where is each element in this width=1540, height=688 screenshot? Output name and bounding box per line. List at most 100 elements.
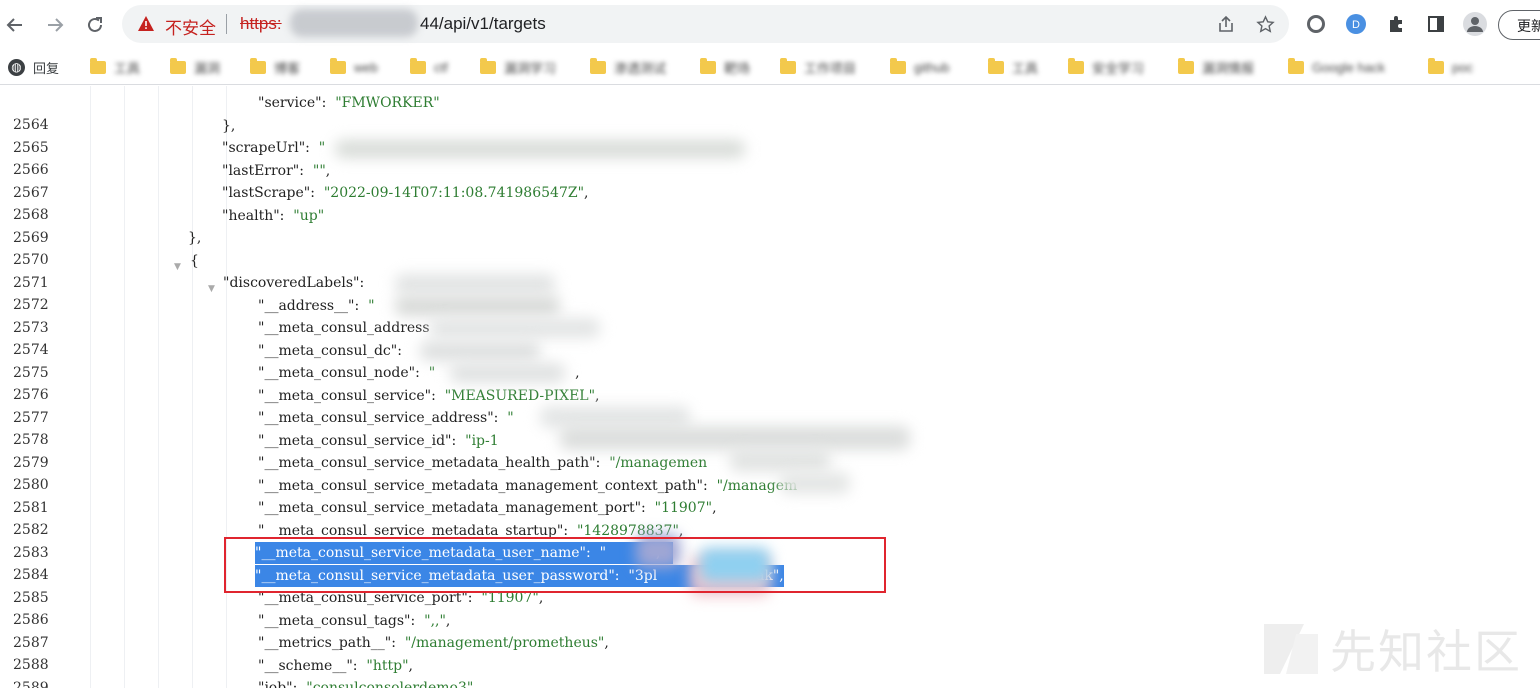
bookmark-folder[interactable]: 博客 xyxy=(250,57,300,77)
bookmark-folder[interactable]: 工具 xyxy=(90,57,140,77)
bookmark-folder[interactable]: 安全学习 xyxy=(1068,57,1144,77)
address-bar[interactable]: 不安全 https: 44/api/v1/targets xyxy=(122,5,1289,43)
highlight-box xyxy=(224,537,886,593)
json-colon: : xyxy=(359,275,374,291)
json-colon: : xyxy=(354,297,369,314)
json-line: 2572 ▼ "discoveredLabels": xyxy=(0,272,1540,313)
bookmark-label: 靶场 xyxy=(724,60,751,76)
redacted-region xyxy=(730,448,830,472)
bookmark-folder[interactable]: web xyxy=(330,57,378,77)
bookmark-label: github xyxy=(914,59,950,75)
json-key: "scrapeUrl" xyxy=(222,140,306,156)
bookmark-folder[interactable]: 漏洞情报 xyxy=(1178,57,1254,77)
puzzle-extensions-icon[interactable] xyxy=(1384,12,1408,36)
json-line: 2569 "health": "up" xyxy=(0,205,1540,246)
json-colon: : xyxy=(641,500,655,516)
json-line: 2577 "__meta_consul_service": "MEASURED-… xyxy=(0,385,1540,426)
separator xyxy=(226,14,227,34)
bookmark-folder[interactable]: Google hack xyxy=(1288,57,1385,77)
json-line: 2564 "service": "FMWORKER" xyxy=(0,92,1540,133)
bookmark-label: 漏洞情报 xyxy=(1202,60,1255,76)
extension-circle-icon[interactable] xyxy=(1304,12,1328,36)
warning-icon[interactable] xyxy=(138,16,154,31)
json-comma: , xyxy=(445,612,451,629)
browser-toolbar: 不安全 https: 44/api/v1/targets D 更新 xyxy=(0,0,1540,48)
bookmark-folder[interactable]: 靶场 xyxy=(700,57,750,77)
bookmark-folder[interactable]: 工作项目 xyxy=(780,57,856,77)
watermark-text: 先知社区 xyxy=(1330,625,1522,679)
redacted-region xyxy=(450,363,565,383)
update-button[interactable]: 更新 xyxy=(1498,10,1540,40)
bookmark-star-icon[interactable] xyxy=(1254,13,1276,35)
bookmark-folder[interactable]: 工具 xyxy=(988,57,1038,77)
redacted-region xyxy=(430,318,600,338)
bookmark-label: 漏洞 xyxy=(194,60,221,76)
extension-d-icon[interactable]: D xyxy=(1344,12,1368,36)
json-colon: : xyxy=(305,140,319,156)
folder-icon xyxy=(250,57,266,74)
json-comma: , xyxy=(325,162,331,179)
json-comma: , xyxy=(595,387,600,404)
folder-icon xyxy=(1068,57,1084,74)
folder-icon xyxy=(170,57,186,74)
json-value: "ip-1 xyxy=(465,432,499,449)
json-value: "up" xyxy=(293,207,325,224)
json-value: "/managemen xyxy=(609,455,708,471)
bookmark-folder[interactable]: poc xyxy=(1428,57,1473,77)
bookmark-label: 漏洞学习 xyxy=(504,60,557,76)
json-key: "__metrics_path__" xyxy=(258,635,392,651)
json-key: "__meta_consul_address xyxy=(258,320,430,336)
json-value: " xyxy=(318,140,326,156)
forward-arrow-icon[interactable] xyxy=(40,10,70,40)
url-path: 44/api/v1/targets xyxy=(420,14,546,33)
json-colon: : xyxy=(415,365,429,381)
json-viewer: 2564 "service": "FMWORKER" 2565 }, 2566 … xyxy=(0,86,1540,688)
bookmark-folder[interactable]: 漏洞 xyxy=(170,57,220,77)
profile-avatar-icon[interactable] xyxy=(1463,12,1487,36)
side-panel-icon[interactable] xyxy=(1424,12,1448,36)
json-key: "__meta_consul_service" xyxy=(258,387,432,404)
json-line: 2576 "__meta_consul_node": ", xyxy=(0,362,1540,403)
security-status[interactable]: 不安全 xyxy=(165,14,216,39)
json-colon: : xyxy=(391,635,405,651)
bookmark-label: ctf xyxy=(434,59,448,75)
folder-icon xyxy=(1178,57,1194,74)
bookmarks-bar: ◍ 回复 工具 漏洞 博客 web ctf 漏洞学习 渗透测试 靶场 工作项目 … xyxy=(0,48,1540,85)
folder-icon xyxy=(700,57,716,74)
json-colon: : xyxy=(299,162,313,179)
json-value: "" xyxy=(312,162,326,179)
bookmark-label: 工具 xyxy=(1012,60,1039,76)
redacted-region xyxy=(395,296,560,316)
json-colon: : xyxy=(431,387,445,404)
bookmark-label: web xyxy=(354,59,378,75)
bookmark-label: 回复 xyxy=(33,60,60,76)
bookmark-folder[interactable]: github xyxy=(890,57,949,77)
json-line: 2570 }, xyxy=(0,227,1540,268)
redacted-region xyxy=(420,341,540,361)
json-key: "health" xyxy=(222,207,280,224)
back-arrow-icon[interactable] xyxy=(0,10,30,40)
bookmark-folder[interactable]: 漏洞学习 xyxy=(480,57,556,77)
json-line: 2566 "scrapeUrl": " xyxy=(0,137,1540,178)
json-value: " xyxy=(428,365,436,381)
folder-icon xyxy=(988,57,1004,74)
bookmark-folder[interactable]: 渗透测试 xyxy=(590,57,666,77)
bookmark-item[interactable]: ◍ 回复 xyxy=(8,57,59,77)
globe-icon: ◍ xyxy=(8,58,25,76)
redacted-region xyxy=(335,140,745,158)
bookmark-folder[interactable]: ctf xyxy=(410,57,448,77)
json-key: "__meta_consul_node" xyxy=(258,365,416,381)
json-value: "http" xyxy=(366,657,409,674)
json-value: " xyxy=(368,297,375,314)
xianzhi-logo-icon xyxy=(1264,624,1318,674)
reload-icon[interactable] xyxy=(80,10,110,40)
json-key: "__meta_consul_service_metadata_manageme… xyxy=(258,500,642,516)
bookmark-label: 博客 xyxy=(274,60,301,76)
json-line: 2574 "__meta_consul_address xyxy=(0,317,1540,358)
share-icon[interactable] xyxy=(1215,13,1237,35)
json-key: "__meta_consul_service_address" xyxy=(258,410,494,426)
json-key: "job" xyxy=(258,680,293,688)
url-host-redacted xyxy=(290,9,418,37)
json-comma: , xyxy=(575,365,580,381)
url-protocol: https: xyxy=(240,14,282,33)
